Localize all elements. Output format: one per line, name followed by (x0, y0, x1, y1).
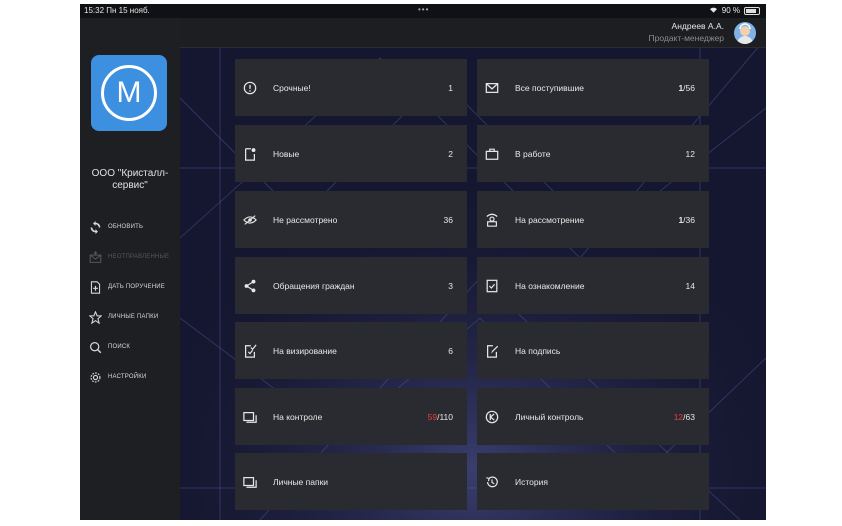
assign-task-icon (88, 280, 102, 294)
check-doc-icon (485, 279, 499, 293)
eye-off-icon (243, 213, 257, 227)
personal-folders-icon (243, 475, 257, 489)
tile-not-reviewed[interactable]: Не рассмотрено 36 (235, 191, 467, 248)
sidebar-menu: обновить неотправленные дать поручение л… (88, 212, 180, 392)
refresh-icon (88, 220, 102, 234)
star-icon (88, 310, 102, 324)
tile-personal-control[interactable]: Личный контроль 12/63 (477, 388, 709, 445)
wifi-icon (709, 6, 718, 15)
sidebar-item-unsent[interactable]: неотправленные (88, 242, 180, 272)
multitask-dots-icon[interactable]: ••• (418, 5, 429, 14)
review-icon (485, 213, 499, 227)
sidebar-item-assign-task[interactable]: дать поручение (88, 272, 180, 302)
gear-icon (88, 370, 102, 384)
search-icon (88, 340, 102, 354)
ipad-screen: 15:32 Пн 15 нояб. ••• 90 % M ООО "Криста… (80, 4, 766, 520)
sidebar-item-refresh[interactable]: обновить (88, 212, 180, 242)
tile-urgent[interactable]: Срочные! 1 (235, 59, 467, 116)
avatar[interactable] (734, 22, 756, 44)
main-area: Андреев А.А. Продакт-менеджер Срочные! 1… (180, 18, 766, 520)
tile-personal-folders[interactable]: Личные папки (235, 453, 467, 510)
folders-icon (243, 410, 257, 424)
status-time-date: 15:32 Пн 15 нояб. (84, 6, 150, 15)
tile-in-progress[interactable]: В работе 12 (477, 125, 709, 182)
battery-icon (744, 6, 760, 15)
outbox-icon (88, 250, 102, 264)
company-name: ООО "Кристалл-сервис" (91, 168, 169, 191)
user-name: Андреев А.А. (671, 21, 724, 31)
personal-control-icon (485, 410, 499, 424)
visa-icon (243, 344, 257, 358)
tile-on-control[interactable]: На контроле 59/110 (235, 388, 467, 445)
sidebar-item-personal-folders[interactable]: личные папки (88, 302, 180, 332)
alert-icon (243, 81, 257, 95)
tile-for-review[interactable]: На рассмотрение 1/36 (477, 191, 709, 248)
status-bar: 15:32 Пн 15 нояб. ••• 90 % (80, 4, 766, 18)
battery-percent: 90 % (721, 6, 740, 15)
tile-for-signature[interactable]: На подпись (477, 322, 709, 379)
new-doc-icon (243, 147, 257, 161)
tile-all-incoming[interactable]: Все поступившие 1/56 (477, 59, 709, 116)
tile-for-visa[interactable]: На визирование 6 (235, 322, 467, 379)
mail-icon (485, 81, 499, 95)
top-header: Андреев А.А. Продакт-менеджер (180, 18, 766, 48)
briefcase-icon (485, 147, 499, 161)
user-role: Продакт-менеджер (648, 33, 724, 43)
tile-history[interactable]: История (477, 453, 709, 510)
tile-for-acquaintance[interactable]: На ознакомление 14 (477, 257, 709, 314)
tile-new[interactable]: Новые 2 (235, 125, 467, 182)
history-icon (485, 475, 499, 489)
tile-citizen-appeals[interactable]: Обращения граждан 3 (235, 257, 467, 314)
sidebar-item-search[interactable]: поиск (88, 332, 180, 362)
company-logo: M (91, 55, 167, 131)
sign-icon (485, 344, 499, 358)
sidebar: M ООО "Кристалл-сервис" обновить неотпра… (80, 18, 180, 520)
sidebar-item-settings[interactable]: настройки (88, 362, 180, 392)
share-icon (243, 279, 257, 293)
